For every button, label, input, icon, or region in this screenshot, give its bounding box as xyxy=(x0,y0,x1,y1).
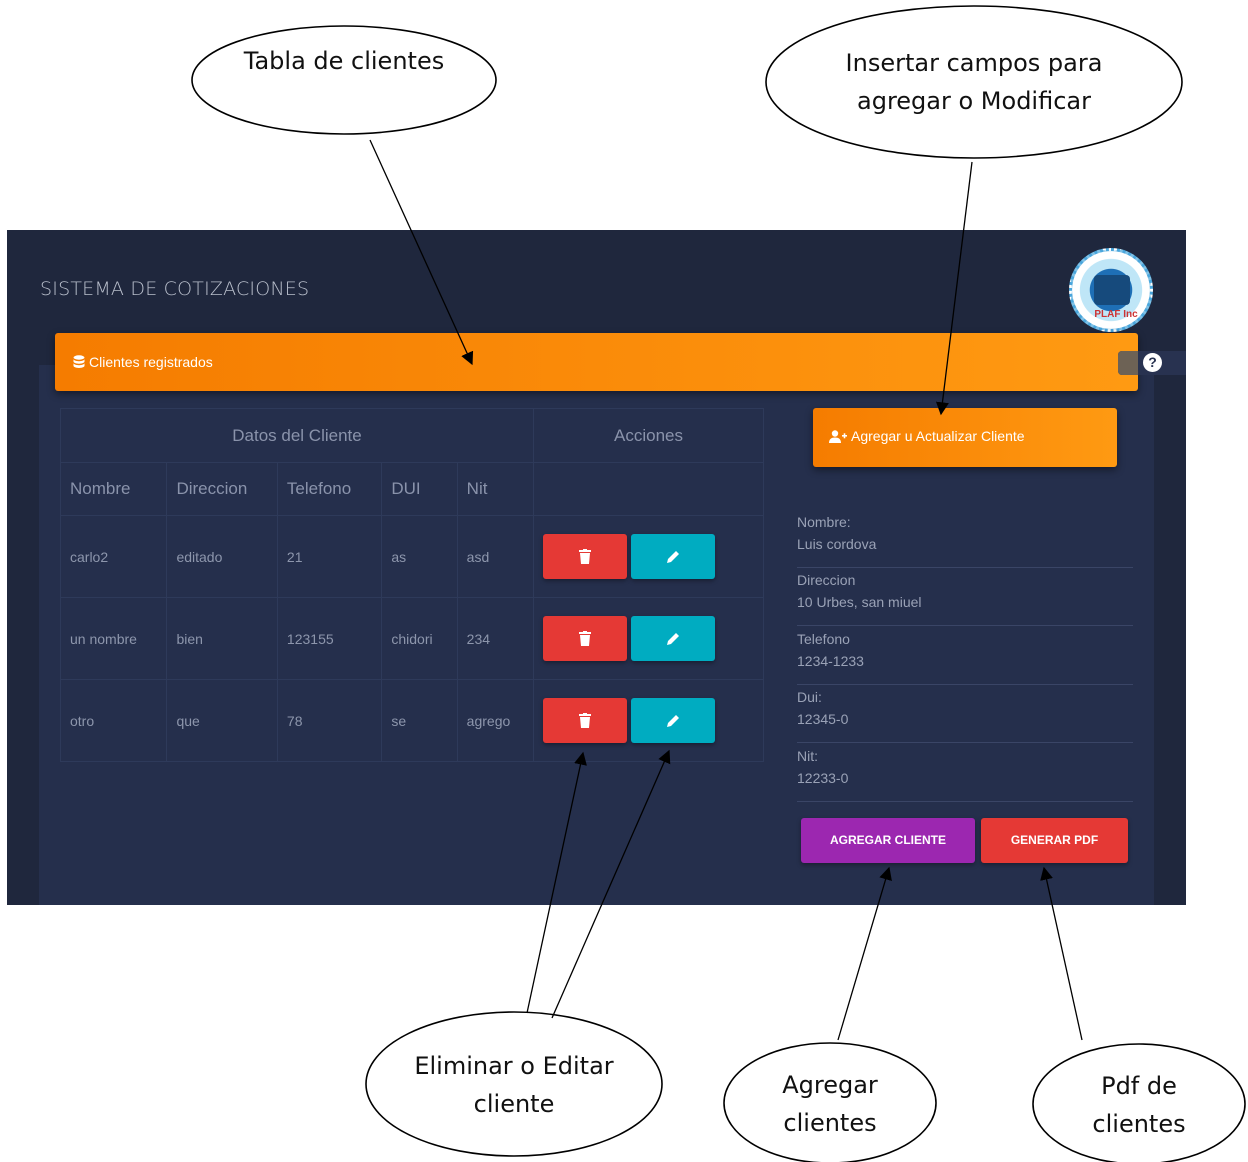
generate-pdf-button[interactable]: GENERAR PDF xyxy=(981,818,1128,863)
user-plus-icon xyxy=(829,430,847,443)
cell-telefono: 123155 xyxy=(276,597,383,680)
delete-button[interactable] xyxy=(542,698,627,743)
field-nit[interactable]: Nit: 12233-0 xyxy=(797,744,1133,802)
help-icon[interactable]: ? xyxy=(1143,353,1162,372)
pencil-icon xyxy=(666,633,679,645)
field-nombre[interactable]: Nombre: Luis cordova xyxy=(797,510,1133,568)
field-dui[interactable]: Dui: 12345-0 xyxy=(797,685,1133,743)
add-client-button[interactable]: AGREGAR CLIENTE xyxy=(801,818,975,863)
cell-dui: chidori xyxy=(381,597,458,680)
app-title: SISTEMA DE COTIZACIONES xyxy=(40,278,310,300)
group-header-datos: Datos del Cliente xyxy=(60,408,534,463)
cell-actions xyxy=(532,515,765,598)
clients-table: Datos del Cliente Acciones Nombre Direcc… xyxy=(59,408,765,762)
delete-button[interactable] xyxy=(542,534,627,579)
group-header-acciones: Acciones xyxy=(532,408,765,463)
column-header-direccion: Direccion xyxy=(166,462,278,516)
field-value[interactable]: 1234-1233 xyxy=(797,653,864,669)
field-label: Telefono xyxy=(797,631,850,647)
cell-nombre: un nombre xyxy=(59,597,168,680)
logo: PLAF Inc xyxy=(1069,248,1153,332)
cell-nombre: carlo2 xyxy=(59,515,168,598)
callout-tabla: Tabla de clientes xyxy=(243,47,445,75)
column-header-nit: Nit xyxy=(456,462,534,516)
cell-telefono: 78 xyxy=(276,679,383,762)
edit-button[interactable] xyxy=(630,616,715,661)
column-header-dui: DUI xyxy=(381,462,458,516)
cell-dui: se xyxy=(381,679,458,762)
logo-text: PLAF Inc xyxy=(1094,309,1138,320)
cell-dui: as xyxy=(381,515,458,598)
panel-title: Clientes registrados xyxy=(89,354,213,370)
field-value[interactable]: Luis cordova xyxy=(797,536,876,552)
callout-eliminar: Eliminar o Editar cliente xyxy=(414,1052,614,1118)
cell-direccion: editado xyxy=(166,515,278,598)
trash-icon xyxy=(578,631,591,646)
column-header-actions xyxy=(532,462,765,516)
field-label: Nit: xyxy=(797,748,818,764)
field-label: Direccion xyxy=(797,572,856,588)
field-label: Nombre: xyxy=(797,514,851,530)
callout-insertar: Insertar campos para agregar o Modificar xyxy=(845,49,1103,115)
field-value[interactable]: 12345-0 xyxy=(797,711,848,727)
cell-actions xyxy=(532,597,765,680)
field-value[interactable]: 10 Urbes, san miuel xyxy=(797,594,922,610)
cell-direccion: bien xyxy=(166,597,278,680)
delete-button[interactable] xyxy=(542,616,627,661)
cell-nit: asd xyxy=(456,515,534,598)
cell-actions xyxy=(532,679,765,762)
cell-nombre: otro xyxy=(59,679,168,762)
column-header-telefono: Telefono xyxy=(276,462,383,516)
callout-pdf: Pdf de clientes xyxy=(1092,1072,1186,1138)
cell-direccion: que xyxy=(166,679,278,762)
trash-icon xyxy=(578,713,591,728)
add-update-client-button[interactable]: Agregar u Actualizar Cliente xyxy=(813,408,1117,467)
edit-button[interactable] xyxy=(630,534,715,579)
help-tab[interactable]: ? xyxy=(1118,351,1186,375)
database-icon xyxy=(73,355,85,368)
table-row: carlo2 editado 21 as asd xyxy=(59,515,765,598)
trash-icon xyxy=(578,549,591,564)
pencil-icon xyxy=(666,551,679,563)
field-label: Dui: xyxy=(797,689,822,705)
callout-agregar: Agregar clientes xyxy=(782,1071,878,1137)
field-telefono[interactable]: Telefono 1234-1233 xyxy=(797,627,1133,685)
field-direccion[interactable]: Direccion 10 Urbes, san miuel xyxy=(797,568,1133,626)
pencil-icon xyxy=(666,715,679,727)
table-row: otro que 78 se agrego xyxy=(59,679,765,762)
cell-telefono: 21 xyxy=(276,515,383,598)
column-header-nombre: Nombre xyxy=(59,462,168,516)
field-value[interactable]: 12233-0 xyxy=(797,770,848,786)
edit-button[interactable] xyxy=(630,698,715,743)
clients-panel-header: Clientes registrados xyxy=(55,333,1138,391)
app-window: SISTEMA DE COTIZACIONES PLAF Inc Cliente… xyxy=(7,230,1186,905)
table-row: un nombre bien 123155 chidori 234 xyxy=(59,597,765,680)
add-update-label: Agregar u Actualizar Cliente xyxy=(851,428,1025,444)
cell-nit: agrego xyxy=(456,679,534,762)
cell-nit: 234 xyxy=(456,597,534,680)
